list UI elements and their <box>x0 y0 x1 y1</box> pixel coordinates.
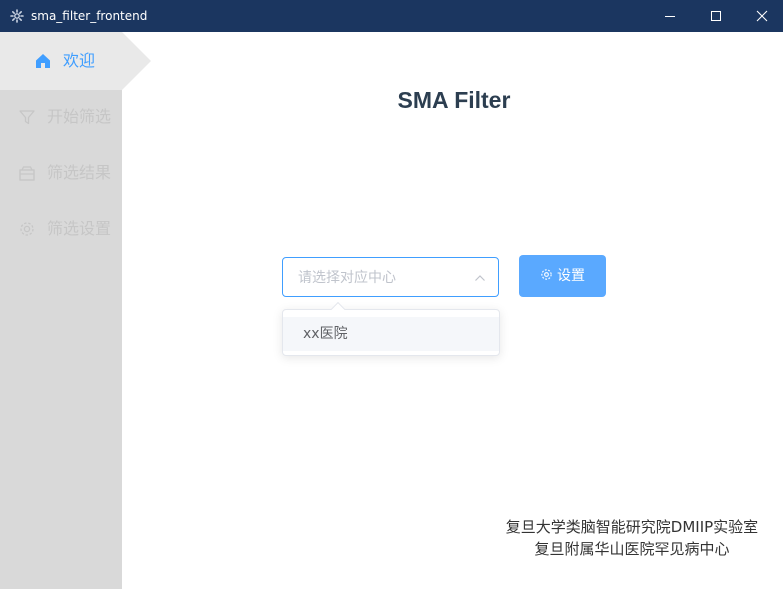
window-title: sma_filter_frontend <box>31 9 148 23</box>
close-icon <box>756 10 768 22</box>
maximize-button[interactable] <box>693 0 739 32</box>
sidebar-item-label: 筛选结果 <box>47 163 112 182</box>
sidebar-item-filter-results[interactable]: 筛选结果 <box>0 145 122 201</box>
gear-icon <box>20 222 34 236</box>
center-select[interactable]: 请选择对应中心 <box>282 257 499 297</box>
minimize-button[interactable] <box>647 0 693 32</box>
sidebar-item-label: 开始筛选 <box>47 107 112 126</box>
footer-line-1: 复旦大学类脑智能研究院DMIIP实验室 <box>505 518 759 536</box>
maximize-icon <box>711 11 721 21</box>
dropdown-caret <box>330 301 346 317</box>
chevron-up-icon <box>475 275 485 281</box>
app-icon <box>10 9 24 23</box>
select-placeholder: 请选择对应中心 <box>298 270 396 286</box>
gear-icon <box>541 269 552 280</box>
close-button[interactable] <box>739 0 783 32</box>
minimize-icon <box>665 16 675 17</box>
settings-button-label: 设置 <box>557 268 585 284</box>
dropdown-option-label: xx医院 <box>303 326 348 342</box>
footer-line-2: 复旦附属华山医院罕见病中心 <box>534 540 730 558</box>
filter-icon <box>19 110 35 125</box>
home-icon <box>36 54 50 68</box>
select-dropdown: xx医院 <box>282 301 500 356</box>
footer: 复旦大学类脑智能研究院DMIIP实验室 复旦附属华山医院罕见病中心 <box>460 516 783 560</box>
sidebar-item-label: 筛选设置 <box>47 219 112 238</box>
page-title: SMA Filter <box>397 87 511 113</box>
title-bar: sma_filter_frontend <box>0 0 783 32</box>
sidebar-item-label: 欢迎 <box>63 51 96 70</box>
sidebar-item-welcome[interactable]: 欢迎 <box>0 33 122 89</box>
dropdown-option[interactable]: xx医院 <box>283 317 499 351</box>
box-icon <box>19 166 35 181</box>
settings-button[interactable]: 设置 <box>519 255 606 297</box>
sidebar-item-filter-settings[interactable]: 筛选设置 <box>0 201 122 257</box>
sidebar-item-start-filter[interactable]: 开始筛选 <box>0 89 122 145</box>
